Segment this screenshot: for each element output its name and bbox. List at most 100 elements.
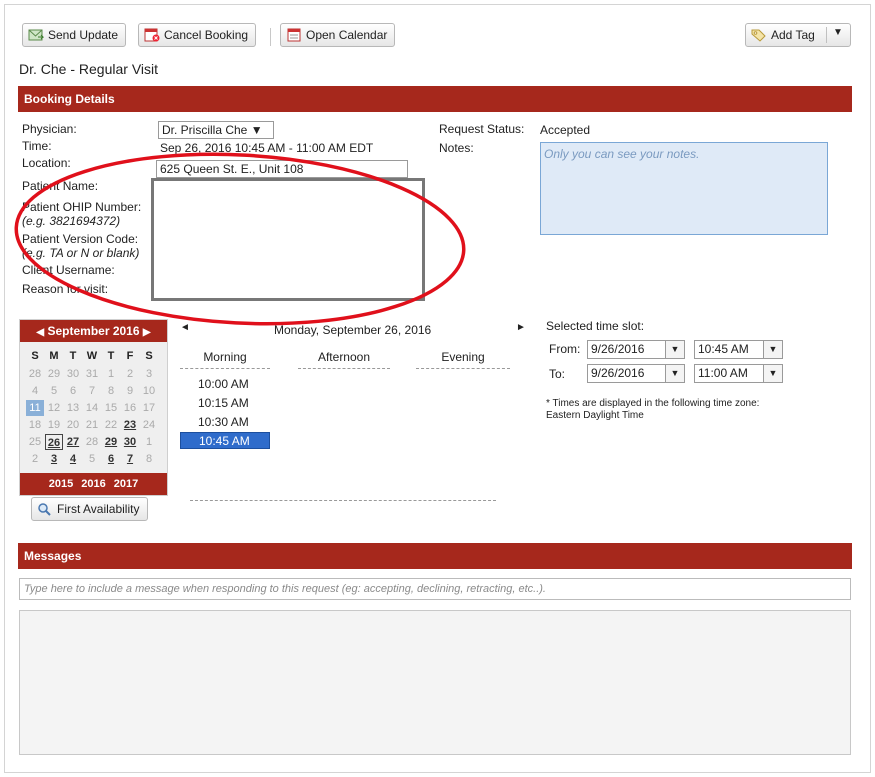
open-calendar-label: Open Calendar [306, 28, 388, 42]
calendar-day[interactable]: 28 [26, 366, 44, 382]
calendar-day[interactable]: 2 [26, 451, 44, 467]
first-availability-label: First Availability [57, 502, 140, 516]
calendar-day[interactable]: 6 [64, 383, 82, 399]
time-label: Time: [22, 139, 52, 153]
time-slot[interactable]: 10:15 AM [198, 396, 249, 410]
weekday-header: T [69, 350, 77, 362]
year-2016[interactable]: 2016 [81, 478, 105, 490]
add-tag-label: Add Tag [771, 28, 815, 42]
next-day-icon[interactable]: ► [516, 322, 526, 333]
calendar-day[interactable]: 6 [102, 451, 120, 467]
schedule-bottom-divider [190, 500, 496, 501]
to-date-select[interactable]: 9/26/2016 ▼ [587, 364, 685, 383]
calendar-day[interactable]: 16 [121, 400, 139, 416]
time-slot[interactable]: 10:00 AM [198, 377, 249, 391]
calendar-day[interactable]: 2 [121, 366, 139, 382]
calendar-day[interactable]: 20 [64, 417, 82, 433]
calendar-day[interactable]: 7 [121, 451, 139, 467]
calendar-day[interactable]: 14 [83, 400, 101, 416]
prev-day-icon[interactable]: ◄ [180, 322, 190, 333]
next-month-icon[interactable]: ▶ [143, 327, 151, 338]
chevron-down-icon: ▼ [763, 365, 782, 382]
calendar-icon [286, 28, 302, 42]
location-field[interactable]: 625 Queen St. E., Unit 108 [156, 160, 408, 178]
patient-info-box[interactable] [151, 178, 425, 301]
send-update-button[interactable]: Send Update [22, 23, 127, 47]
calendar-day[interactable]: 22 [102, 417, 120, 433]
first-availability-button[interactable]: First Availability [31, 497, 149, 521]
calendar-day[interactable]: 1 [140, 434, 158, 450]
calendar-day[interactable]: 3 [45, 451, 63, 467]
ohip-label: Patient OHIP Number: [22, 200, 142, 214]
physician-select[interactable]: Dr. Priscilla Che ▼ [158, 121, 274, 139]
booking-details-header: Booking Details [18, 86, 852, 112]
open-calendar-button[interactable]: Open Calendar [280, 23, 396, 47]
from-time-select[interactable]: 10:45 AM ▼ [694, 340, 783, 359]
send-update-label: Send Update [48, 28, 119, 42]
calendar-day[interactable]: 15 [102, 400, 120, 416]
from-date-value: 9/26/2016 [591, 342, 645, 356]
weekday-header: M [49, 350, 59, 362]
calendar-day[interactable]: 26 [45, 434, 63, 450]
cancel-booking-button[interactable]: Cancel Booking [138, 23, 257, 47]
add-tag-button[interactable]: Add Tag ▼ [745, 23, 851, 47]
calendar-day[interactable]: 11 [26, 400, 44, 416]
calendar-day[interactable]: 23 [121, 417, 139, 433]
afternoon-column-header: Afternoon [317, 350, 371, 364]
calendar-day[interactable]: 7 [83, 383, 101, 399]
selected-slot-label: Selected time slot: [546, 319, 645, 333]
notes-field[interactable]: Only you can see your notes. [540, 142, 828, 235]
timezone-note: * Times are displayed in the following t… [546, 398, 760, 409]
calendar-day[interactable]: 9 [121, 383, 139, 399]
calendar-day[interactable]: 25 [26, 434, 44, 450]
version-code-hint: (e.g. TA or N or blank) [22, 246, 140, 260]
selected-time-slot[interactable]: 10:45 AM [180, 432, 270, 449]
year-2017[interactable]: 2017 [114, 478, 138, 490]
calendar-day[interactable]: 12 [45, 400, 63, 416]
calendar-month-label: September 2016 [47, 324, 140, 338]
to-date-value: 9/26/2016 [591, 366, 645, 380]
mini-calendar: ◀ September 2016 ▶ SMTWTFS 28 29 30 31 1 2 3 4 5… [19, 319, 168, 496]
chevron-down-icon[interactable]: ▼ [833, 27, 843, 38]
weekday-header: F [126, 350, 134, 362]
calendar-day[interactable]: 21 [83, 417, 101, 433]
from-date-select[interactable]: 9/26/2016 ▼ [587, 340, 685, 359]
weekday-header: W [86, 350, 98, 362]
calendar-day[interactable]: 31 [83, 366, 101, 382]
calendar-day[interactable]: 4 [26, 383, 44, 399]
to-time-select[interactable]: 11:00 AM ▼ [694, 364, 783, 383]
calendar-day[interactable]: 30 [64, 366, 82, 382]
calendar-day[interactable]: 29 [45, 366, 63, 382]
envelope-icon [28, 28, 45, 42]
afternoon-divider [298, 368, 390, 369]
request-status-label: Request Status: [439, 122, 525, 136]
calendar-day[interactable]: 30 [121, 434, 139, 450]
version-code-label: Patient Version Code: [22, 232, 139, 246]
calendar-day[interactable]: 27 [64, 434, 82, 450]
calendar-day[interactable]: 5 [83, 451, 101, 467]
year-2015[interactable]: 2015 [49, 478, 73, 490]
calendar-day[interactable]: 17 [140, 400, 158, 416]
calendar-day[interactable]: 4 [64, 451, 82, 467]
calendar-day[interactable]: 24 [140, 417, 158, 433]
calendar-day[interactable]: 8 [140, 451, 158, 467]
message-input[interactable]: Type here to include a message when resp… [19, 578, 851, 600]
calendar-day[interactable]: 10 [140, 383, 158, 399]
tag-icon [751, 28, 767, 42]
calendar-day[interactable]: 1 [102, 366, 120, 382]
weekday-header: S [31, 350, 39, 362]
calendar-day[interactable]: 18 [26, 417, 44, 433]
calendar-day[interactable]: 8 [102, 383, 120, 399]
calendar-years: 2015 2016 2017 [20, 473, 167, 495]
prev-month-icon[interactable]: ◀ [36, 327, 44, 338]
calendar-day[interactable]: 29 [102, 434, 120, 450]
calendar-day[interactable]: 3 [140, 366, 158, 382]
calendar-day[interactable]: 28 [83, 434, 101, 450]
cancel-booking-label: Cancel Booking [164, 28, 249, 42]
reason-for-visit-label: Reason for visit: [22, 282, 109, 296]
time-slot[interactable]: 10:30 AM [198, 415, 249, 429]
from-time-value: 10:45 AM [698, 342, 749, 356]
calendar-day[interactable]: 19 [45, 417, 63, 433]
calendar-day[interactable]: 13 [64, 400, 82, 416]
calendar-day[interactable]: 5 [45, 383, 63, 399]
